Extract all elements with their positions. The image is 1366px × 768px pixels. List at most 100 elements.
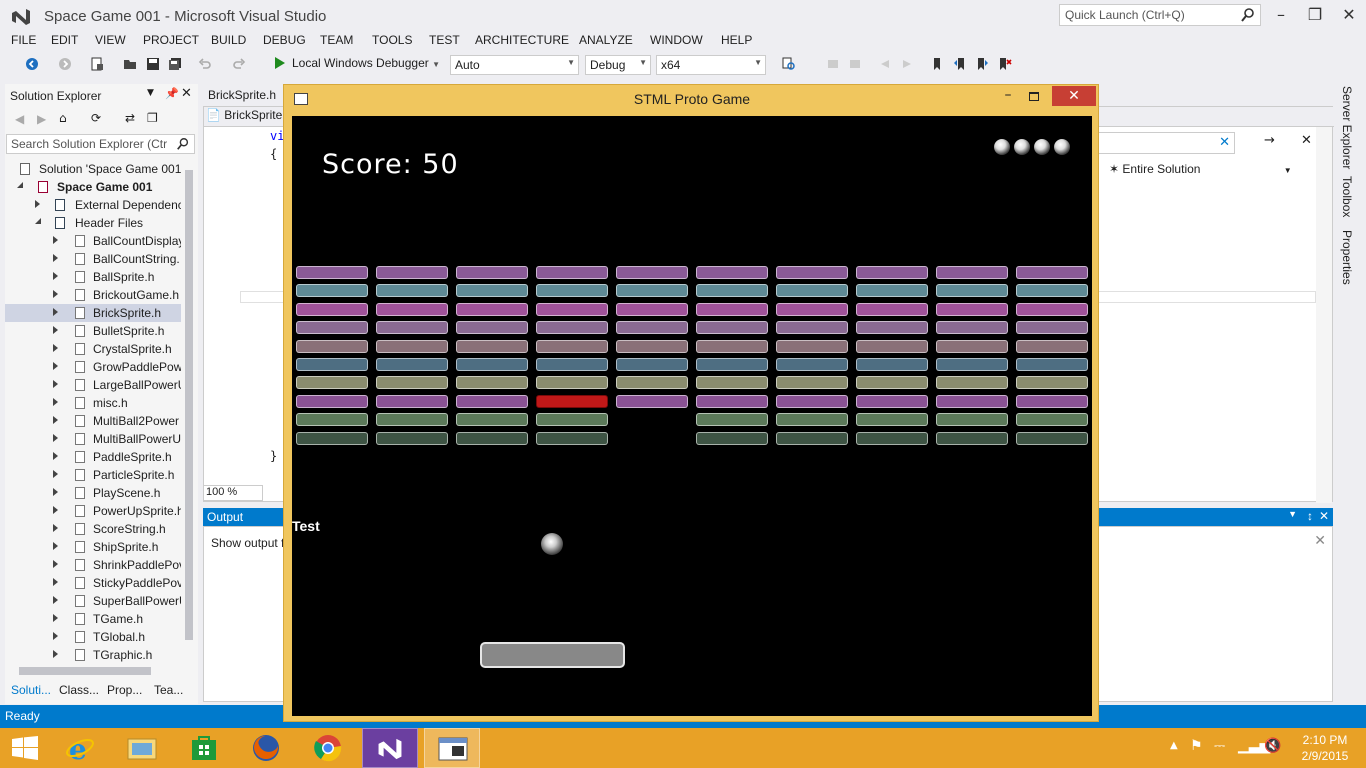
back-icon[interactable]: ◀ bbox=[15, 112, 24, 126]
game-maximize-button[interactable] bbox=[1022, 87, 1046, 107]
tree-file-item[interactable]: BrickoutGame.h bbox=[5, 286, 181, 304]
new-project-icon[interactable] bbox=[90, 57, 104, 71]
panel-menu-icon[interactable]: ▼ bbox=[147, 88, 154, 98]
close-button[interactable]: ✕ bbox=[1332, 2, 1366, 28]
pin-icon[interactable]: ↕ bbox=[1307, 509, 1313, 523]
platform-select[interactable]: x64 ▼ bbox=[656, 55, 766, 75]
minimize-button[interactable]: – bbox=[1264, 2, 1298, 28]
taskbar-chrome[interactable] bbox=[300, 728, 356, 768]
menu-tools[interactable]: TOOLS bbox=[372, 33, 412, 47]
tree-file-item[interactable]: LargeBallPowerU bbox=[5, 376, 181, 394]
show-hidden-icons[interactable]: ▲ bbox=[1170, 740, 1178, 751]
tree-file-item[interactable]: BallCountString. bbox=[5, 250, 181, 268]
menu-project[interactable]: PROJECT bbox=[143, 33, 199, 47]
tree-file-item[interactable]: GrowPaddlePow bbox=[5, 358, 181, 376]
solution-horizontal-scrollbar[interactable] bbox=[5, 664, 181, 678]
find-close-icon[interactable]: ✕ bbox=[1301, 133, 1312, 148]
taskbar-visual-studio[interactable] bbox=[362, 728, 418, 768]
solution-search-input[interactable]: Search Solution Explorer (Ctr bbox=[6, 134, 195, 154]
tree-file-item[interactable]: ScoreString.h bbox=[5, 520, 181, 538]
tree-file-item[interactable]: TGlobal.h bbox=[5, 628, 181, 646]
tree-file-item[interactable]: misc.h bbox=[5, 394, 181, 412]
tree-file-item[interactable]: BallSprite.h bbox=[5, 268, 181, 286]
tree-project-node[interactable]: Space Game 001 bbox=[5, 178, 181, 196]
menu-view[interactable]: VIEW bbox=[95, 33, 126, 47]
pin-icon[interactable]: 📌 bbox=[165, 87, 179, 100]
action-center-icon[interactable]: ⚑ bbox=[1190, 738, 1203, 754]
tree-file-item[interactable]: TGame.h bbox=[5, 610, 181, 628]
redo-icon[interactable] bbox=[232, 57, 246, 71]
menu-analyze[interactable]: ANALYZE bbox=[579, 33, 633, 47]
taskbar-store[interactable] bbox=[176, 728, 232, 768]
game-close-button[interactable]: ✕ bbox=[1052, 86, 1096, 106]
tree-file-item[interactable]: ParticleSprite.h bbox=[5, 466, 181, 484]
next-bookmark-icon[interactable] bbox=[975, 57, 989, 71]
tab-class-view[interactable]: Class... bbox=[59, 683, 99, 697]
menu-edit[interactable]: EDIT bbox=[51, 33, 78, 47]
open-file-icon[interactable] bbox=[123, 57, 137, 71]
collapse-all-icon[interactable]: ❐ bbox=[147, 111, 158, 125]
uncomment-icon[interactable] bbox=[848, 57, 862, 71]
class-dropdown[interactable]: 📄 BrickSprite bbox=[206, 108, 282, 122]
tree-file-item[interactable]: MultiBall2Power bbox=[5, 412, 181, 430]
sync-icon[interactable]: ⟳ bbox=[91, 111, 101, 125]
search-scope-select[interactable]: ✶ Entire Solution ▼ bbox=[1109, 162, 1292, 176]
menu-debug[interactable]: DEBUG bbox=[263, 33, 306, 47]
find-in-files-icon[interactable] bbox=[782, 57, 796, 71]
power-icon[interactable]: ⎓ bbox=[1214, 738, 1225, 754]
tree-file-item[interactable]: BrickSprite.h bbox=[5, 304, 181, 322]
scrollbar-thumb[interactable] bbox=[185, 170, 193, 640]
tree-header-files-folder[interactable]: Header Files bbox=[5, 214, 181, 232]
tree-file-item[interactable]: CrystalSprite.h bbox=[5, 340, 181, 358]
step-back-icon[interactable] bbox=[878, 57, 892, 71]
tree-file-item[interactable]: PaddleSprite.h bbox=[5, 448, 181, 466]
quick-launch-input[interactable]: Quick Launch (Ctrl+Q) bbox=[1059, 4, 1261, 26]
home-icon[interactable]: ⌂ bbox=[59, 111, 67, 125]
taskbar-file-explorer[interactable] bbox=[114, 728, 170, 768]
clear-all-icon[interactable]: ✕ bbox=[1314, 533, 1326, 549]
find-input[interactable]: ✕ bbox=[1095, 132, 1235, 154]
start-button[interactable] bbox=[0, 728, 50, 768]
tree-file-item[interactable]: SuperBallPowerU bbox=[5, 592, 181, 610]
undo-icon[interactable] bbox=[198, 57, 212, 71]
taskbar-internet-explorer[interactable]: e bbox=[52, 728, 108, 768]
tree-file-item[interactable]: ShipSprite.h bbox=[5, 538, 181, 556]
tree-file-item[interactable]: ShrinkPaddlePov bbox=[5, 556, 181, 574]
bookmark-icon[interactable] bbox=[930, 57, 944, 71]
tree-file-item[interactable]: MultiBallPowerU bbox=[5, 430, 181, 448]
solution-config-select[interactable]: Auto ▼ bbox=[450, 55, 579, 75]
menu-help[interactable]: HELP bbox=[721, 33, 752, 47]
tab-bricksprite-h[interactable]: BrickSprite.h bbox=[203, 86, 282, 106]
panel-menu-icon[interactable]: ▼ bbox=[1288, 509, 1297, 519]
menu-test[interactable]: TEST bbox=[429, 33, 460, 47]
menu-build[interactable]: BUILD bbox=[211, 33, 246, 47]
scrollbar-thumb[interactable] bbox=[19, 667, 151, 675]
panel-close-icon[interactable]: ✕ bbox=[1319, 509, 1329, 523]
tree-file-item[interactable]: TGraphic.h bbox=[5, 646, 181, 662]
comment-icon[interactable] bbox=[826, 57, 840, 71]
menu-team[interactable]: TEAM bbox=[320, 33, 353, 47]
zoom-select[interactable]: 100 % bbox=[203, 485, 263, 501]
menu-window[interactable]: WINDOW bbox=[650, 33, 703, 47]
volume-muted-icon[interactable]: 🔇 bbox=[1264, 738, 1281, 754]
tree-file-item[interactable]: StickyPaddlePov bbox=[5, 574, 181, 592]
start-debugging-button[interactable]: Local Windows Debugger ▼ bbox=[275, 56, 440, 74]
game-minimize-button[interactable]: – bbox=[996, 87, 1020, 107]
menu-architecture[interactable]: ARCHITECTURE bbox=[475, 33, 569, 47]
tree-external-dependencies[interactable]: External Dependenc bbox=[5, 196, 181, 214]
tab-property-manager[interactable]: Prop... bbox=[107, 683, 142, 697]
tab-properties[interactable]: Properties bbox=[1340, 230, 1354, 285]
tree-file-item[interactable]: BallCountDisplay bbox=[5, 232, 181, 250]
editor-vertical-scrollbar[interactable] bbox=[1316, 127, 1332, 503]
tab-solution-explorer[interactable]: Soluti... bbox=[11, 683, 51, 697]
game-canvas[interactable]: Score: 50 Test bbox=[292, 116, 1092, 716]
refresh-icon[interactable]: ⇄ bbox=[125, 111, 135, 125]
save-icon[interactable] bbox=[146, 57, 160, 71]
tree-file-item[interactable]: PowerUpSprite.h bbox=[5, 502, 181, 520]
taskbar-game-window[interactable] bbox=[424, 728, 480, 768]
tree-file-item[interactable]: PlayScene.h bbox=[5, 484, 181, 502]
back-icon[interactable] bbox=[25, 57, 39, 71]
tree-solution-node[interactable]: Solution 'Space Game 001' bbox=[5, 160, 181, 178]
clear-find-icon[interactable]: ✕ bbox=[1219, 135, 1230, 150]
tab-team-explorer[interactable]: Tea... bbox=[154, 683, 183, 697]
